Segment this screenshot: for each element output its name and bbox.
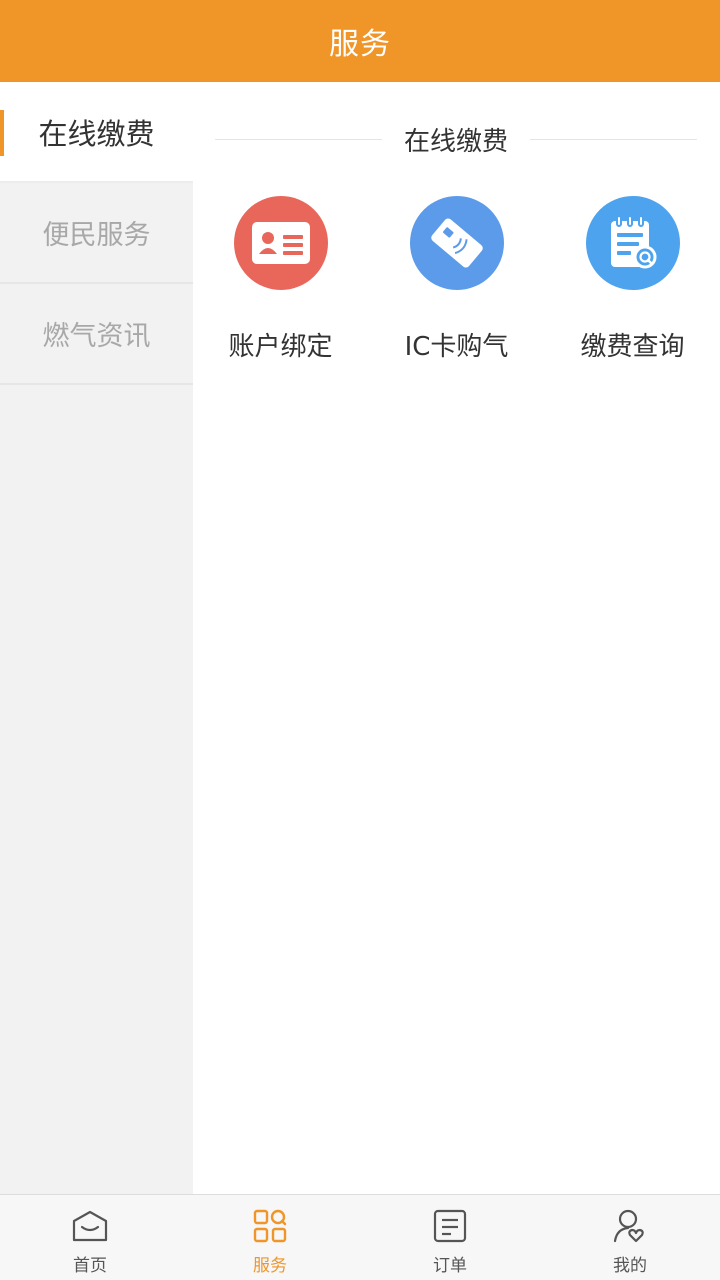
grid-icon: [253, 1209, 287, 1243]
section-title: 在线缴费: [404, 126, 509, 157]
sidebar-item-convenience-services[interactable]: 便民服务: [0, 183, 193, 284]
sidebar-item-online-payment[interactable]: 在线缴费: [0, 82, 193, 183]
tab-label: 我的: [613, 1256, 647, 1276]
service-content: 在线缴费 账户绑定 IC卡购气 缴费查询: [193, 82, 720, 1194]
sidebar-item-label: 在线缴费: [38, 116, 155, 151]
section-header: 在线缴费: [215, 118, 698, 160]
id-card-icon: [233, 196, 328, 290]
bottom-tab-bar: 首页 服务 订单 我的: [0, 1194, 720, 1280]
ic-card-icon: [409, 196, 504, 290]
account-binding-button[interactable]: 账户绑定: [193, 196, 368, 366]
sidebar-item-gas-news[interactable]: 燃气资讯: [0, 284, 193, 385]
divider-line: [530, 138, 698, 140]
sidebar-item-label: 便民服务: [42, 220, 151, 251]
profile-icon: [613, 1209, 644, 1243]
page-title: 服务: [329, 27, 391, 62]
tab-service[interactable]: 服务: [180, 1195, 360, 1280]
grid-item-label: 缴费查询: [580, 332, 685, 362]
grid-item-label: IC卡购气: [404, 332, 509, 362]
divider-line: [215, 138, 382, 140]
home-icon: [72, 1210, 108, 1242]
tab-profile[interactable]: 我的: [540, 1195, 720, 1280]
tab-home[interactable]: 首页: [0, 1195, 180, 1280]
ic-card-purchase-button[interactable]: IC卡购气: [369, 196, 544, 366]
tab-orders[interactable]: 订单: [360, 1195, 540, 1280]
tab-label: 订单: [433, 1256, 467, 1276]
category-sidebar: 在线缴费 便民服务 燃气资讯: [0, 82, 193, 1194]
sidebar-item-label: 燃气资讯: [42, 321, 151, 352]
grid-item-label: 账户绑定: [228, 332, 333, 362]
tab-label: 首页: [73, 1256, 107, 1276]
bill-search-icon: [585, 196, 680, 290]
tab-label: 服务: [253, 1256, 287, 1276]
payment-query-button[interactable]: 缴费查询: [545, 196, 720, 366]
top-header: 服务: [0, 0, 720, 82]
order-icon: [433, 1209, 467, 1243]
